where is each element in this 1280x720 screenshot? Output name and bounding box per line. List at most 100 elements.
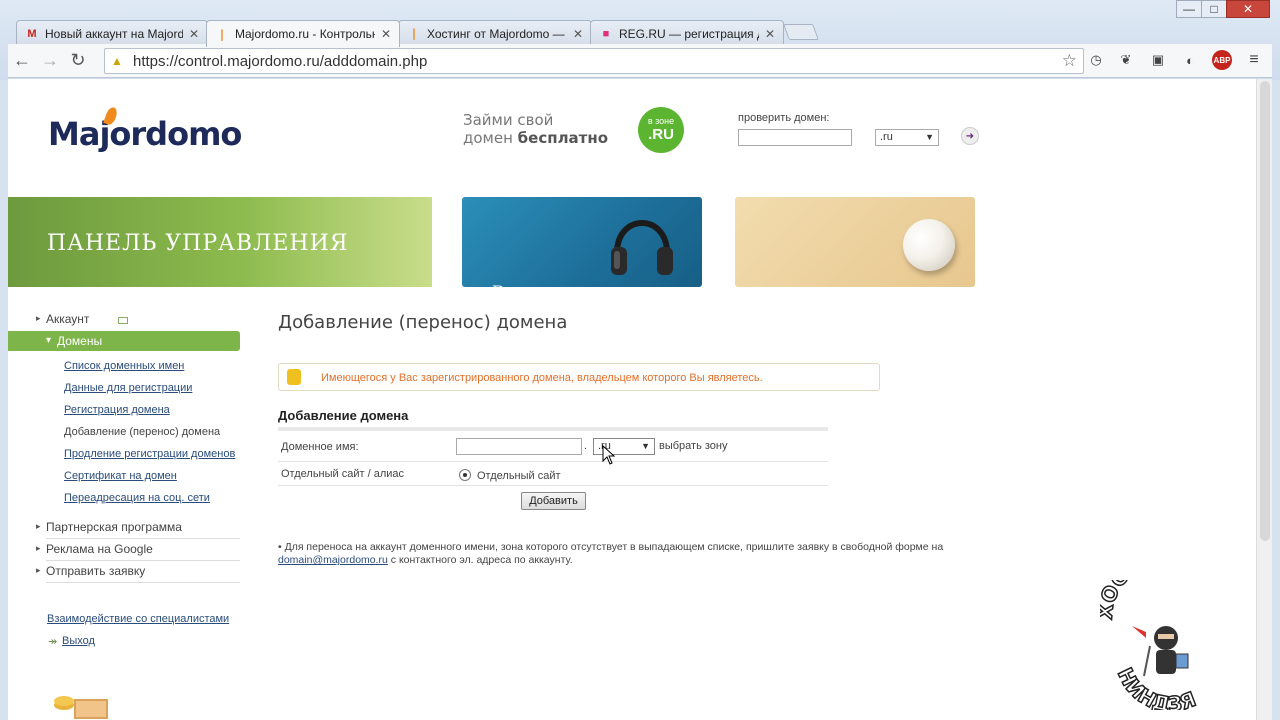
support-email-link[interactable]: domain@majordomo.ru xyxy=(278,554,388,566)
tab-gmail[interactable]: M Новый аккаунт на Majordomo ✕ xyxy=(16,20,208,46)
logo-text: Majordomo xyxy=(48,115,242,153)
promo-line-2: домен xyxy=(463,129,518,147)
domain-name-label: Доменное имя: xyxy=(281,441,359,453)
forward-button[interactable]: → xyxy=(36,47,64,75)
family-values-banner[interactable]: Фамильные ценности xyxy=(735,197,975,306)
notice-text: Имеющегося у Вас зарегистрированного дом… xyxy=(321,372,763,384)
control-panel-banner: ПАНЕЛЬ УПРАВЛЕНИЯ xyxy=(8,197,432,287)
logout-link[interactable]: Выход xyxy=(62,635,95,647)
close-window-button[interactable]: ✕ xyxy=(1226,0,1270,18)
back-button[interactable]: ← xyxy=(8,47,36,75)
lightbulb-icon xyxy=(287,369,301,385)
check-domain-go-button[interactable]: ➜ xyxy=(961,127,979,145)
exit-arrow-icon: ↠ xyxy=(48,636,58,648)
check-domain-input[interactable] xyxy=(738,129,852,146)
watermark-bottom-text: НИНДЗЯ xyxy=(1112,663,1200,710)
add-domain-button[interactable]: Добавить xyxy=(521,492,586,510)
majordomo-logo[interactable]: Majordomo xyxy=(48,105,242,153)
separate-site-radio-label[interactable]: Отдельный сайт xyxy=(477,470,561,482)
sidebar-item-google-ads[interactable]: Реклама на Google xyxy=(36,542,153,556)
sidebar-sub-domain-list[interactable]: Список доменных имен xyxy=(64,360,184,372)
check-domain-zone-select[interactable]: .ru ▼ xyxy=(875,129,939,146)
screen-capture-icon[interactable]: ▣ xyxy=(1148,50,1168,70)
tab-close-icon[interactable]: ✕ xyxy=(189,27,199,41)
headphones-icon xyxy=(611,220,673,275)
sidebar-item-domains[interactable]: Домены xyxy=(8,331,240,351)
address-bar[interactable]: ▲ https://control.majordomo.ru/adddomain… xyxy=(104,48,1084,74)
sidebar-sub-renewal[interactable]: Продление регистрации доменов xyxy=(64,448,235,460)
new-tab-button[interactable] xyxy=(783,24,819,40)
hosting-ninja-watermark: ХОСТИНГ- НИНДЗЯ xyxy=(1100,580,1201,710)
row-divider xyxy=(278,461,828,462)
mouse-cursor-icon xyxy=(602,445,616,465)
chevron-down-icon: ▼ xyxy=(641,441,650,451)
page-title: Добавление (перенос) домена xyxy=(278,312,568,333)
separate-site-radio[interactable] xyxy=(459,469,471,481)
check-domain-label: проверить домен: xyxy=(738,112,830,124)
free-domain-promo[interactable]: Займи свой домен бесплатно xyxy=(463,111,608,147)
web-page: Majordomo Займи свой домен бесплатно в з… xyxy=(8,79,1256,720)
page-info-icon[interactable]: ▲ xyxy=(111,54,125,68)
qa-online-banner[interactable]: Вопросы и ответы online xyxy=(462,197,702,318)
browser-chrome: M Новый аккаунт на Majordomo ✕ ❘ Majordo… xyxy=(0,0,1280,80)
tab-label: Majordomo.ru - Контрольная панель xyxy=(235,27,375,41)
maximize-button[interactable]: □ xyxy=(1201,0,1227,18)
minimize-button[interactable]: — xyxy=(1176,0,1202,18)
divider xyxy=(46,538,240,539)
history-clock-icon[interactable]: ◷ xyxy=(1086,50,1106,70)
mail-icon[interactable] xyxy=(118,317,128,324)
sidebar-sub-domain-registration[interactable]: Регистрация домена xyxy=(64,404,170,416)
site-alias-label: Отдельный сайт / алиас xyxy=(281,468,404,480)
section-divider xyxy=(278,427,828,431)
sidebar-sub-social-redirect[interactable]: Переадресация на соц. сети xyxy=(64,492,210,504)
tab-majordomo-control[interactable]: ❘ Majordomo.ru - Контрольная панель ✕ xyxy=(206,20,400,47)
pick-zone-text: выбрать зону xyxy=(659,440,728,452)
zone-ru-badge[interactable]: в зоне .RU xyxy=(638,107,684,153)
sidebar-item-partner[interactable]: Партнерская программа xyxy=(36,520,182,534)
sidebar-sub-add-transfer-domain: Добавление (перенос) домена xyxy=(64,426,221,438)
family-line-2: ценности xyxy=(765,288,845,307)
svg-text:НИНДЗЯ: НИНДЗЯ xyxy=(1113,664,1199,710)
sidebar-item-send-request[interactable]: Отправить заявку xyxy=(36,564,145,578)
evernote-icon[interactable]: ❦ xyxy=(1116,50,1136,70)
divider xyxy=(46,560,240,561)
extension-circle-icon[interactable]: ◐ xyxy=(1180,50,1200,70)
regru-icon: ■ xyxy=(602,27,610,40)
note-tail: с контактного эл. адреса по аккаунту. xyxy=(387,554,573,566)
tab-close-icon[interactable]: ✕ xyxy=(765,27,775,41)
domain-dot: . xyxy=(584,440,588,452)
row-divider xyxy=(278,485,828,486)
tab-label: Новый аккаунт на Majordomo xyxy=(45,26,183,41)
page-scrollbar[interactable] xyxy=(1256,79,1272,720)
majordomo-flame-icon: ❘ xyxy=(217,28,227,41)
sidebar-item-account[interactable]: Аккаунт xyxy=(36,312,90,326)
specialists-link[interactable]: Взаимодействие со специалистами xyxy=(47,613,229,625)
sidebar-sub-registration-data[interactable]: Данные для регистрации xyxy=(64,382,192,394)
scrollbar-thumb[interactable] xyxy=(1260,81,1270,541)
transfer-note: • Для переноса на аккаунт доменного имен… xyxy=(278,541,978,567)
badge-ru-text: .RU xyxy=(648,126,674,143)
coins-icon xyxy=(54,696,108,719)
tab-majordomo-hosting[interactable]: ❘ Хостинг от Majordomo — ✕ xyxy=(398,20,592,46)
control-panel-banner-title: ПАНЕЛЬ УПРАВЛЕНИЯ xyxy=(47,231,349,256)
chevron-down-icon: ▼ xyxy=(925,132,934,142)
domain-name-input[interactable] xyxy=(456,438,582,455)
browser-toolbar: ← → ↻ ▲ https://control.majordomo.ru/add… xyxy=(8,44,1272,78)
check-zone-value: .ru xyxy=(880,131,893,143)
tab-regru[interactable]: ■ REG.RU — регистрация доменов ✕ xyxy=(590,20,784,46)
adblock-plus-icon[interactable]: ABP xyxy=(1212,50,1232,70)
pearl-image xyxy=(903,219,955,271)
watermark-top-text: ХОСТИНГ- xyxy=(1100,580,1201,621)
svg-text:ХОСТИНГ-: ХОСТИНГ- xyxy=(1100,580,1201,621)
sidebar-sub-certificate[interactable]: Сертификат на домен xyxy=(64,470,177,482)
tab-label: REG.RU — регистрация доменов xyxy=(619,26,759,41)
section-title: Добавление домена xyxy=(278,408,409,423)
tab-close-icon[interactable]: ✕ xyxy=(381,27,391,41)
bookmark-star-icon[interactable]: ☆ xyxy=(1062,51,1077,71)
divider xyxy=(46,582,240,583)
menu-icon[interactable]: ≡ xyxy=(1244,50,1264,70)
tab-close-icon[interactable]: ✕ xyxy=(573,27,583,41)
reload-button[interactable]: ↻ xyxy=(64,47,92,75)
window-controls: — □ ✕ xyxy=(1176,0,1270,18)
info-notice: Имеющегося у Вас зарегистрированного дом… xyxy=(278,363,880,391)
